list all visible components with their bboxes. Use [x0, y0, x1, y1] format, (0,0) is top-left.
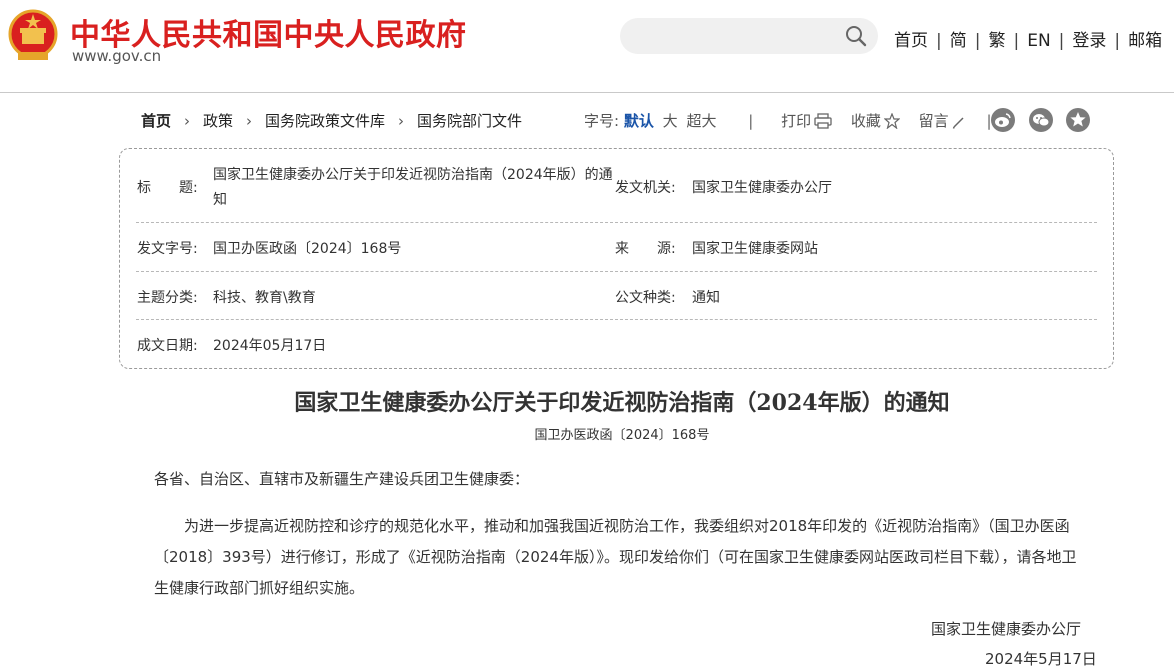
docno-label: 发文字号:: [137, 241, 198, 257]
breadcrumb: 首页 › 政策 › 国务院政策文件库 › 国务院部门文件: [141, 110, 522, 131]
topic-label: 主题分类:: [137, 290, 198, 306]
docno-value: 国卫办医政函〔2024〕168号: [213, 241, 402, 257]
title-value-line2: 知: [213, 192, 227, 208]
search-input[interactable]: [634, 24, 838, 50]
article-paragraph: 为进一步提高近视防控和诊疗的规范化水平，推动和加强我国近视防治工作，我委组织对2…: [154, 517, 1077, 597]
title-label: 标 题:: [137, 180, 198, 196]
search-box: [620, 18, 878, 54]
nav-mail-link[interactable]: 邮箱: [1128, 31, 1162, 51]
star-share-icon[interactable]: [1066, 108, 1090, 132]
issuer-label: 发文机关:: [615, 180, 676, 196]
article-sign-date: 2024年5月17日: [985, 650, 1097, 668]
issuer-value: 国家卫生健康委办公厅: [692, 180, 832, 196]
article-salutation: 各省、自治区、直辖市及新疆生产建设兵团卫生健康委：: [154, 470, 530, 488]
nav-traditional-link[interactable]: 繁: [988, 31, 1005, 51]
nav-login-link[interactable]: 登录: [1072, 31, 1106, 51]
row-divider: [136, 319, 1097, 320]
source-label: 来 源:: [615, 241, 676, 257]
national-emblem-icon[interactable]: [8, 8, 58, 64]
favorite-label: 收藏: [850, 112, 881, 130]
top-nav: 首页 | 简 | 繁 | EN | 登录 | 邮箱: [894, 26, 1162, 51]
nav-separator: |: [1114, 31, 1121, 51]
star-icon: [883, 112, 901, 130]
article-docno: 国卫办医政函〔2024〕168号: [534, 428, 710, 443]
font-size-large[interactable]: 大: [663, 112, 678, 130]
pencil-icon: [952, 117, 964, 129]
nav-simplified-link[interactable]: 简: [950, 31, 967, 51]
row-divider: [136, 271, 1097, 272]
breadcrumb-policy-library[interactable]: 国务院政策文件库: [265, 112, 385, 130]
search-icon[interactable]: [844, 24, 868, 48]
nav-separator: |: [974, 31, 981, 51]
nav-separator: |: [1013, 31, 1020, 51]
source-value: 国家卫生健康委网站: [692, 241, 818, 257]
nav-separator: |: [936, 31, 942, 51]
date-label: 成文日期:: [137, 338, 198, 354]
breadcrumb-dept-docs[interactable]: 国务院部门文件: [417, 112, 522, 130]
wechat-icon[interactable]: [1029, 108, 1053, 132]
font-size-xlarge[interactable]: 超大: [686, 112, 716, 130]
printer-icon: [814, 113, 832, 129]
breadcrumb-policy[interactable]: 政策: [203, 112, 233, 130]
font-size-default[interactable]: 默认: [624, 112, 654, 130]
type-label: 公文种类:: [615, 290, 676, 306]
comment-label: 留言: [918, 112, 949, 130]
chevron-right-icon: ›: [246, 112, 253, 130]
type-value: 通知: [692, 290, 720, 306]
row-divider: [136, 222, 1097, 223]
nav-separator: |: [1058, 31, 1065, 51]
nav-home-link[interactable]: 首页: [894, 31, 928, 51]
favorite-button[interactable]: 收藏: [850, 112, 901, 130]
topic-value: 科技、教育\教育: [213, 290, 316, 306]
comment-button[interactable]: 留言: [919, 112, 966, 130]
chevron-right-icon: ›: [184, 112, 191, 130]
font-size-label: 字号:: [584, 112, 620, 130]
toolbar-divider: |: [748, 112, 754, 130]
breadcrumb-home[interactable]: 首页: [141, 112, 171, 130]
chevron-right-icon: ›: [398, 112, 405, 130]
print-label: 打印: [781, 112, 812, 130]
weibo-icon[interactable]: [991, 108, 1015, 132]
date-value: 2024年05月17日: [213, 338, 327, 354]
article-signature: 国家卫生健康委办公厅: [931, 620, 1082, 638]
article-toolbar: 字号: 默认 大 超大 | 打印 收藏 留言 |: [584, 110, 1015, 131]
site-header: 中华人民共和国中央人民政府 www.gov.cn 首页 | 简 | 繁 | EN | 登录 | 邮箱: [0, 0, 1174, 93]
document-info-table: 标 题: 国家卫生健康委办公厅关于印发近视防治指南（2024年版）的通 知 发文…: [119, 148, 1114, 369]
article-title: 国家卫生健康委办公厅关于印发近视防治指南（2024年版）的通知: [294, 390, 950, 416]
title-value-line1: 国家卫生健康委办公厅关于印发近视防治指南（2024年版）的通: [213, 167, 613, 183]
print-button[interactable]: 打印: [781, 112, 832, 130]
nav-english-link[interactable]: EN: [1027, 31, 1050, 51]
site-url[interactable]: www.gov.cn: [72, 47, 161, 65]
